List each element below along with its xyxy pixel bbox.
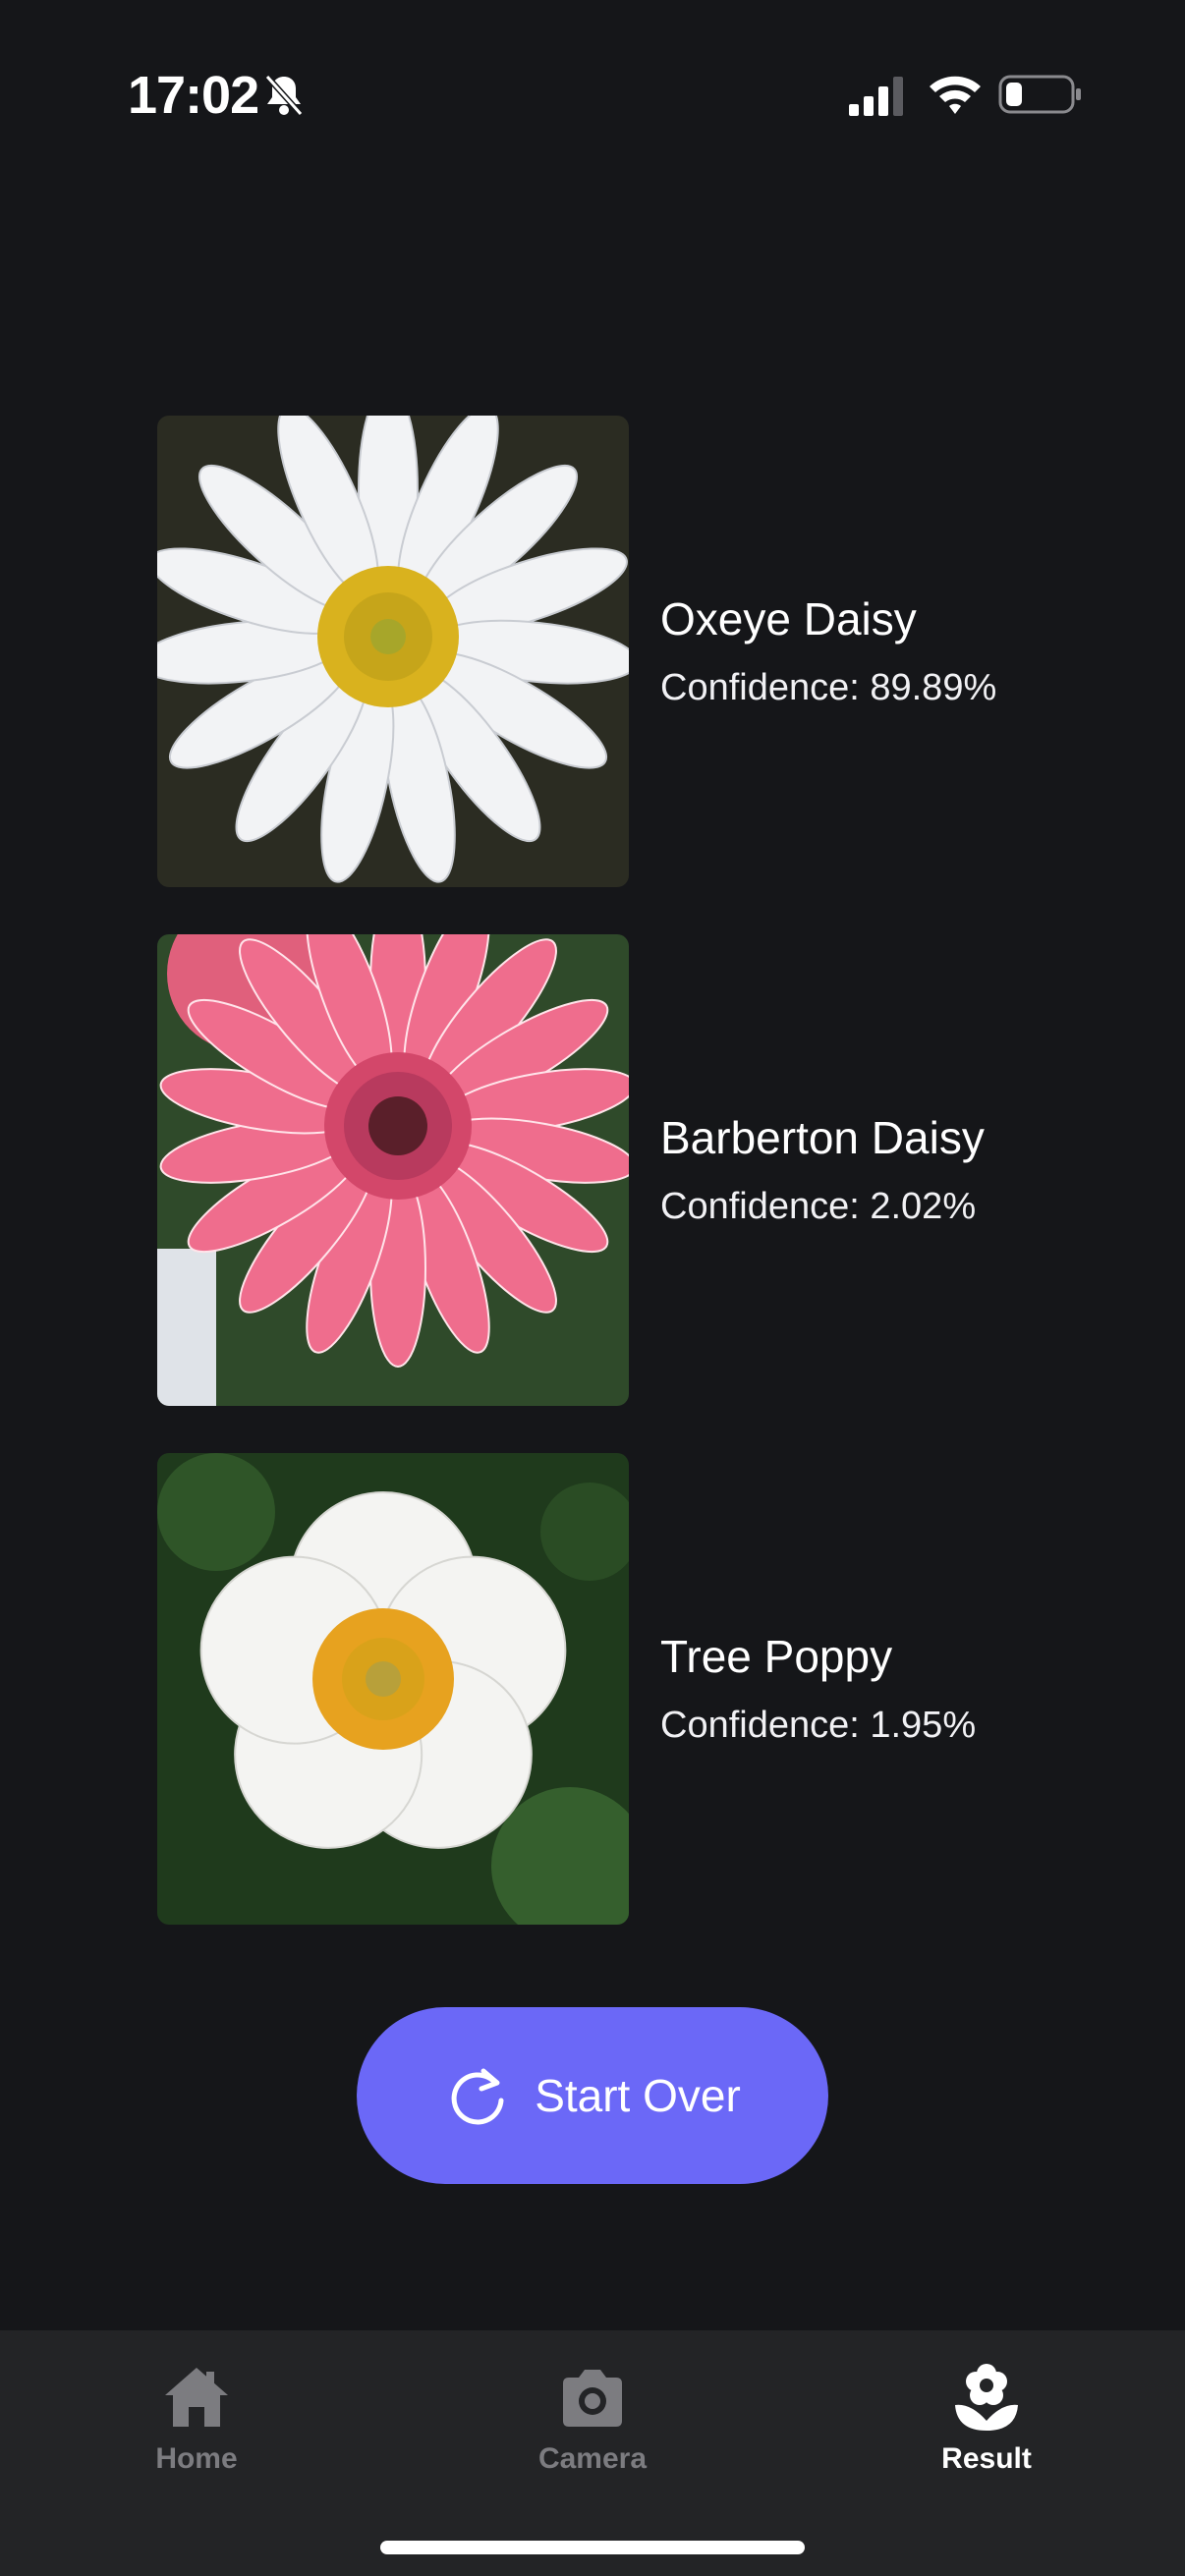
- tab-camera[interactable]: Camera: [475, 2360, 710, 2476]
- confidence-text: Confidence: 89.89%: [660, 667, 997, 708]
- result-info: Tree Poppy Confidence: 1.95%: [660, 1630, 976, 1747]
- confidence-text: Confidence: 1.95%: [660, 1705, 977, 1746]
- result-info: Barberton Daisy Confidence: 2.02%: [660, 1111, 985, 1228]
- flower-icon: [955, 2364, 1018, 2431]
- camera-icon: [563, 2370, 622, 2427]
- tab-result-label: Result: [941, 2442, 1032, 2475]
- result-item: Barberton Daisy Confidence: 2.02%: [157, 934, 1042, 1406]
- result-info: Oxeye Daisy Confidence: 89.89%: [660, 592, 996, 709]
- wifi-icon: [930, 76, 981, 114]
- tab-camera-label: Camera: [537, 2442, 648, 2475]
- flower-name: Barberton Daisy: [660, 1112, 985, 1163]
- refresh-icon: [451, 2068, 504, 2125]
- start-over-label: Start Over: [535, 2070, 741, 2121]
- confidence-text: Confidence: 2.02%: [660, 1186, 977, 1227]
- home-indicator: [380, 2541, 805, 2554]
- flower-photo: [157, 934, 629, 1406]
- cellular-signal-icon: [849, 77, 903, 116]
- flower-name: Oxeye Daisy: [660, 593, 917, 644]
- battery-icon: [998, 75, 1081, 114]
- result-item: Oxeye Daisy Confidence: 89.89%: [157, 416, 1042, 887]
- bell-slash-icon: [264, 74, 304, 117]
- house-icon: [165, 2368, 228, 2427]
- results-list: Oxeye Daisy Confidence: 89.89% Barberton…: [157, 416, 1042, 1972]
- tab-home[interactable]: Home: [79, 2360, 314, 2476]
- flower-name: Tree Poppy: [660, 1631, 893, 1682]
- tab-result[interactable]: Result: [869, 2360, 1104, 2476]
- tab-bar: Home Camera Result: [0, 2330, 1185, 2576]
- flower-photo: [157, 416, 629, 887]
- status-time: 17:02: [128, 66, 259, 125]
- result-item: Tree Poppy Confidence: 1.95%: [157, 1453, 1042, 1925]
- tab-home-label: Home: [155, 2442, 238, 2475]
- start-over-button[interactable]: Start Over: [357, 2007, 828, 2184]
- status-bar: 17:02: [0, 0, 1185, 196]
- flower-photo: [157, 1453, 629, 1925]
